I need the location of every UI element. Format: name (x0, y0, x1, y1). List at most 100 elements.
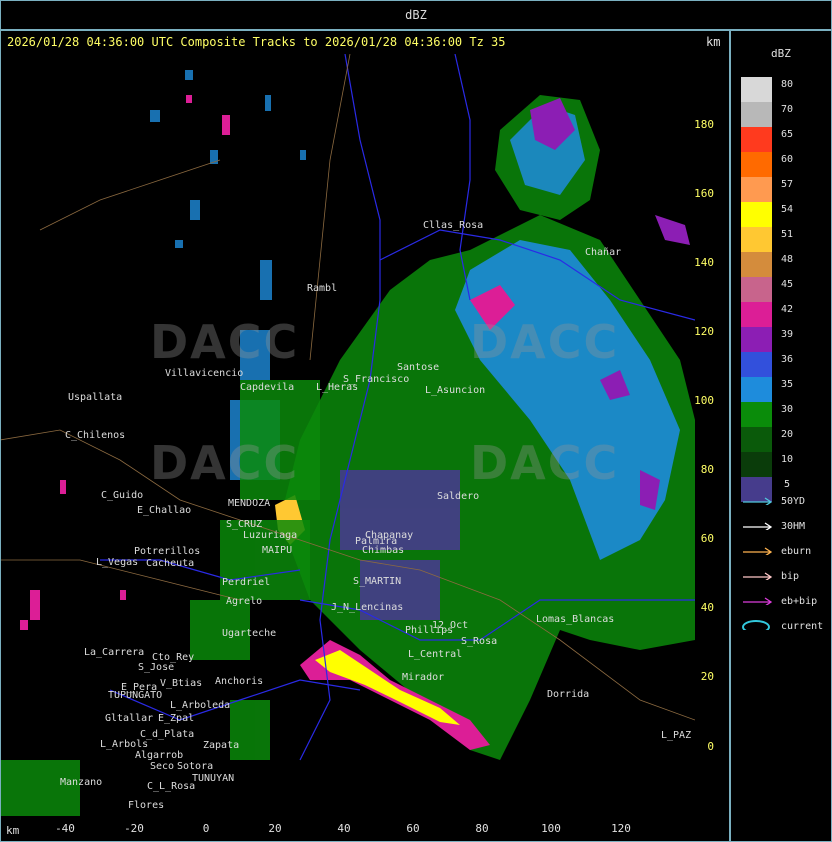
place-label: L_Central (408, 649, 463, 660)
watermark-logo: DACC (470, 436, 620, 490)
place-label: L_Vegas (96, 557, 139, 568)
place-label: Chimbas (362, 545, 405, 556)
legend-swatch-label: 39 (780, 329, 794, 340)
legend-swatch (741, 177, 772, 202)
y-tick: 120 (694, 325, 714, 338)
legend-swatch-label: 54 (780, 204, 794, 215)
x-tick: 60 (406, 822, 420, 835)
legend-swatch-label: 48 (780, 254, 794, 265)
place-label: Gltallar (105, 713, 154, 724)
place-label: Luzuriaga (243, 530, 298, 541)
x-tick: -40 (55, 822, 75, 835)
place-label: Santose (397, 362, 440, 373)
legend-swatch (741, 127, 772, 152)
track-legend-label: current (781, 621, 824, 632)
legend-swatch-label: 60 (780, 154, 794, 165)
place-label: Cacheuta (146, 558, 195, 569)
y-tick: 40 (700, 601, 714, 614)
legend-swatch-label: 42 (780, 304, 794, 315)
place-label: L_Asuncion (425, 385, 486, 396)
km-label-bottom: km (6, 824, 20, 837)
legend-swatch (741, 102, 772, 127)
legend-swatch (741, 202, 772, 227)
track-legend-label: 30HM (781, 521, 806, 532)
place-label: TUNUYAN (192, 773, 235, 784)
place-label: Villavicencio (165, 368, 244, 379)
place-label: MENDOZA (228, 498, 271, 509)
y-tick: 180 (694, 118, 714, 131)
y-tick: 60 (700, 532, 714, 545)
legend-swatch (741, 152, 772, 177)
legend-swatch-label: 57 (780, 179, 794, 190)
legend-swatch (741, 252, 772, 277)
place-label: Perdriel (222, 577, 271, 588)
y-tick: 140 (694, 256, 714, 269)
place-label: S_CRUZ (226, 519, 263, 530)
place-label: Seco (150, 761, 175, 772)
place-label: Chañar (585, 247, 622, 258)
legend-swatch-label: 30 (780, 404, 794, 415)
place-label: E_Challao (137, 505, 192, 516)
watermark-logo: DACC (150, 315, 300, 369)
place-label: Uspallata (68, 392, 123, 403)
place-label: C_Chilenos (65, 430, 126, 441)
y-tick: 100 (694, 394, 714, 407)
place-label: L_Arboleda (170, 700, 231, 711)
place-label: Capdevila (240, 382, 295, 393)
x-tick: 40 (337, 822, 351, 835)
place-label: Potrerillos (134, 546, 201, 557)
x-tick: -20 (124, 822, 144, 835)
legend-swatch-label: 20 (780, 429, 794, 440)
place-label: S_MARTIN (353, 576, 402, 587)
track-legend-label: 50YD (781, 496, 806, 507)
legend-swatch (741, 402, 772, 427)
place-label: Flores (128, 800, 165, 811)
place-label: Zapata (203, 740, 240, 751)
track-arrow-icon (743, 597, 773, 605)
x-tick: 0 (202, 822, 210, 835)
track-arrow-icon (743, 497, 773, 505)
place-label: Lomas_Blancas (536, 614, 615, 625)
place-label: TUPUNGATO (108, 690, 163, 701)
legend-swatch (741, 327, 772, 352)
place-label: Algarrob (135, 750, 184, 761)
x-tick: 100 (541, 822, 561, 835)
track-legend-label: eburn (781, 546, 812, 557)
y-tick: 20 (700, 670, 714, 683)
place-label: Anchoris (215, 676, 264, 687)
legend-swatch-label: 51 (780, 229, 794, 240)
legend-swatch-label: 70 (780, 104, 794, 115)
legend-swatch-label: 10 (780, 454, 794, 465)
place-label: Rambl (307, 283, 338, 294)
legend-swatch (741, 227, 772, 252)
place-label: C_Guido (101, 490, 144, 501)
place-label: C_L_Rosa (147, 781, 196, 792)
track-arrow-icon (743, 522, 773, 530)
watermark-logo: DACC (470, 315, 620, 369)
watermark-logo: DACC (150, 436, 300, 490)
place-label: Manzano (60, 777, 103, 788)
place-label: S_Francisco (343, 374, 410, 385)
track-legend-label: bip (781, 571, 800, 582)
place-label: Sotora (177, 761, 214, 772)
legend-swatch (741, 302, 772, 327)
place-label: Phillips (405, 625, 454, 636)
place-label: E_Zpal (158, 713, 195, 724)
legend-swatch-label: 5 (783, 479, 791, 490)
legend-swatch-label: 65 (780, 129, 794, 140)
place-label: Dorrida (547, 689, 590, 700)
legend-swatch (741, 77, 772, 102)
legend-swatch (741, 452, 772, 477)
y-tick: 160 (694, 187, 714, 200)
x-tick: 20 (268, 822, 282, 835)
place-label: S_Jose (138, 662, 175, 673)
km-label-top: km (706, 35, 721, 49)
current-ellipse-icon (742, 620, 770, 630)
legend-title: dBZ (771, 47, 791, 60)
place-label: Saldero (437, 491, 480, 502)
x-tick: 80 (475, 822, 489, 835)
place-label: L_PAZ (661, 730, 692, 741)
x-tick: 120 (611, 822, 631, 835)
place-label: S_Rosa (461, 636, 498, 647)
track-arrow-icon (743, 547, 773, 555)
